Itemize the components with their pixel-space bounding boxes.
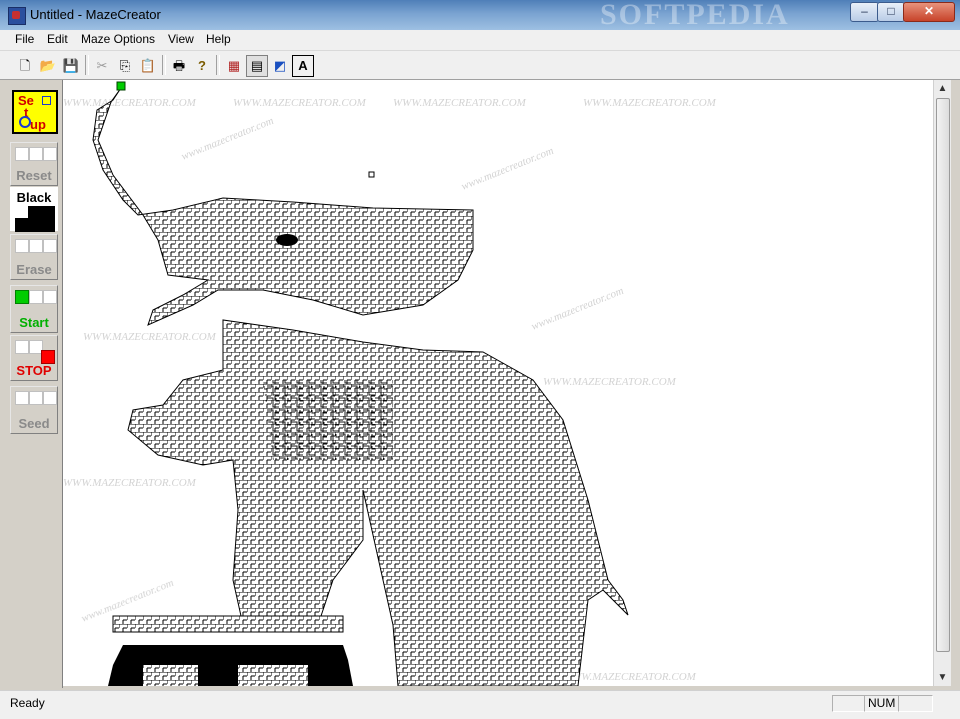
toolbar: 🗋 📂 💾 ✂ ⎘ 📋 🖶 ? ▦ ▤ ◩ A [0,51,960,80]
watermark-text: WWW.MAZECREATOR.COM [63,477,197,489]
watermark-text: www.mazecreator.com [530,285,626,333]
grid-icon [42,96,51,105]
scroll-thumb[interactable] [936,98,950,652]
watermark-text: www.mazecreator.com [180,115,276,163]
start-square-icon [15,290,29,304]
setup-label-3: up [30,117,46,132]
menu-view[interactable]: View [165,32,197,46]
softpedia-watermark: SOFTPEDIA [600,0,790,31]
reset-button[interactable]: Reset [10,142,58,186]
watermark-text: WWW.MAZECREATOR.COM [583,97,717,109]
color-picture-icon[interactable]: ◩ [269,55,291,77]
grid-view-icon[interactable]: ▤ [246,55,268,77]
watermark-text: www.mazecreator.com [460,145,556,193]
maze-image-icon[interactable]: ▦ [223,55,245,77]
maximize-button[interactable]: □ [877,2,905,22]
start-label: Start [19,315,49,330]
maze-drawing[interactable]: WWW.MAZECREATOR.COM WWW.MAZECREATOR.COM … [63,80,933,686]
reset-label: Reset [16,168,52,183]
cut-icon[interactable]: ✂ [91,55,113,77]
watermark-text: WWW.MAZECREATOR.COM [83,331,217,343]
text-icon[interactable]: A [292,55,314,77]
paste-icon[interactable]: 📋 [137,55,159,77]
open-folder-icon[interactable]: 📂 [37,55,59,77]
toolbar-separator [216,55,220,75]
toolbar-separator [85,55,89,75]
print-icon[interactable]: 🖶 [168,55,190,77]
minimize-button[interactable]: – [850,2,879,22]
black-label: Black [16,190,52,205]
menu-edit[interactable]: Edit [44,32,71,46]
status-text: Ready [10,696,45,710]
watermark-text: WWW.MAZECREATOR.COM [543,376,677,388]
erase-label: Erase [16,262,52,277]
help-icon[interactable]: ? [191,55,213,77]
status-panel-empty [898,695,933,712]
cursor-marker [368,171,375,178]
vertical-scrollbar[interactable]: ▲ ▼ [933,80,951,686]
tool-panel: Se t up Reset Black Erase Start STOP See… [0,80,63,688]
stop-button[interactable]: STOP [10,335,58,381]
scroll-down-icon[interactable]: ▼ [934,669,951,686]
watermark-text: WWW.MAZECREATOR.COM [233,97,367,109]
menu-file[interactable]: File [12,32,37,46]
stop-square-icon [41,350,55,364]
start-button[interactable]: Start [10,285,58,333]
seed-label: Seed [18,416,50,431]
menu-maze-options[interactable]: Maze Options [78,32,158,46]
new-file-icon[interactable]: 🗋 [14,55,36,77]
watermark-text: WWW.MAZECREATOR.COM [393,97,527,109]
menu-help[interactable]: Help [203,32,234,46]
stop-label: STOP [16,363,52,378]
toolbar-separator [162,55,166,75]
target-icon [19,116,31,128]
scroll-up-icon[interactable]: ▲ [934,80,951,97]
close-button[interactable]: ✕ [903,2,955,22]
title-bar[interactable]: Untitled - MazeCreator SOFTPEDIA – □ ✕ [0,0,960,31]
seed-button[interactable]: Seed [10,386,58,434]
app-icon[interactable] [8,7,26,25]
maze-canvas[interactable]: WWW.MAZECREATOR.COM WWW.MAZECREATOR.COM … [63,80,933,686]
menu-bar: File Edit Maze Options View Help [0,30,960,51]
maze-start-marker [116,81,126,91]
black-button[interactable]: Black [10,187,58,232]
status-panel-empty [832,695,865,712]
watermark-text: WWW.MAZECREATOR.COM [563,671,697,683]
setup-button[interactable]: Se t up [12,90,58,134]
status-bar: Ready NUM [0,690,960,719]
status-num-indicator: NUM [864,695,899,712]
elephant-eye [276,234,298,246]
window-title: Untitled - MazeCreator [30,7,161,22]
watermark-text: WWW.MAZECREATOR.COM [63,97,197,109]
copy-icon[interactable]: ⎘ [114,55,136,77]
erase-button[interactable]: Erase [10,234,58,280]
save-icon[interactable]: 💾 [60,55,82,77]
